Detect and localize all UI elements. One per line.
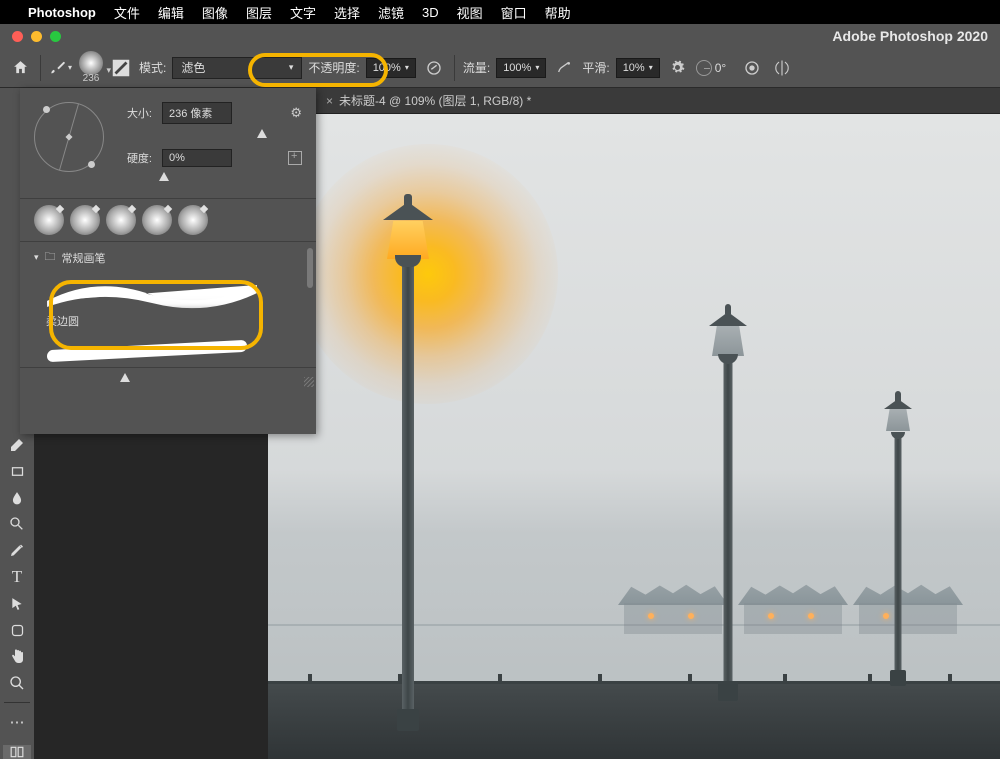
hardness-label: 硬度: (116, 150, 152, 166)
macos-menubar: Photoshop 文件 编辑 图像 图层 文字 选择 滤镜 3D 视图 窗口 … (0, 0, 1000, 24)
opacity-input[interactable]: 100%▾ (366, 58, 416, 78)
brush-tool-icon[interactable]: ▾ (49, 56, 73, 80)
app-menu[interactable]: Photoshop (28, 5, 96, 20)
resize-grip-icon[interactable] (304, 377, 314, 387)
tab-close-icon[interactable]: × (326, 94, 333, 108)
menu-file[interactable]: 文件 (114, 3, 140, 22)
mode-label: 模式: (139, 59, 166, 76)
menu-image[interactable]: 图像 (202, 3, 228, 22)
pressure-opacity-icon[interactable] (422, 56, 446, 80)
brush-tip-preview[interactable] (142, 205, 172, 235)
pen-tool-icon[interactable] (4, 541, 30, 559)
brush-preset-picker[interactable]: 236 ▾ (79, 51, 103, 84)
airbrush-icon[interactable] (552, 56, 576, 80)
window-titlebar: Adobe Photoshop 2020 (0, 24, 1000, 48)
brush-tip-preview[interactable] (70, 205, 100, 235)
hand-tool-icon[interactable] (4, 648, 30, 666)
menu-layer[interactable]: 图层 (246, 3, 272, 22)
window-title: Adobe Photoshop 2020 (832, 28, 988, 44)
brush-preset-hard-round[interactable]: 硬边圆 (42, 331, 304, 367)
size-label: 大小: (116, 105, 152, 121)
hardness-slider[interactable] (162, 172, 302, 184)
brush-angle-control[interactable]: 0° (696, 60, 726, 76)
blur-tool-icon[interactable] (4, 488, 30, 506)
angle-dial-icon[interactable] (696, 60, 712, 76)
hardness-input[interactable]: 0% (162, 149, 232, 167)
opacity-label: 不透明度: (308, 59, 359, 76)
home-icon[interactable] (8, 56, 32, 80)
more-tools-icon[interactable]: ⋯ (4, 713, 30, 731)
menu-type[interactable]: 文字 (290, 3, 316, 22)
brush-preset-soft-round[interactable]: 柔边圆 (42, 273, 304, 329)
smoothing-input[interactable]: 10%▾ (616, 58, 660, 78)
menu-edit[interactable]: 编辑 (158, 3, 184, 22)
menu-select[interactable]: 选择 (334, 3, 360, 22)
smoothing-label: 平滑: (582, 59, 609, 76)
shape-tool-icon[interactable] (4, 621, 30, 639)
preview-size-slider[interactable] (20, 367, 316, 389)
type-tool-icon[interactable]: T (4, 567, 30, 587)
rectangle-tool-icon[interactable] (4, 462, 30, 480)
chevron-down-icon: ▾ (34, 252, 39, 263)
brush-settings-icon[interactable] (109, 56, 133, 80)
brush-tip-preview[interactable] (106, 205, 136, 235)
brush-folder[interactable]: ▾ 🗀 常规画笔 (34, 248, 304, 267)
brush-angle-widget[interactable] (34, 102, 104, 172)
size-slider[interactable] (162, 129, 302, 141)
brush-tip-preview[interactable] (178, 205, 208, 235)
flow-label: 流量: (463, 59, 490, 76)
scrollbar[interactable] (307, 248, 313, 288)
traffic-lights (12, 31, 61, 42)
chevron-down-icon: ▾ (289, 62, 294, 73)
document-canvas[interactable] (268, 114, 1000, 759)
folder-label: 常规画笔 (62, 250, 106, 266)
brush-presets-list: ▾ 🗀 常规画笔 柔边圆 硬边圆 (20, 242, 316, 367)
menu-view[interactable]: 视图 (457, 3, 483, 22)
brush-tip-preview[interactable] (34, 205, 64, 235)
eraser-tool-icon[interactable] (4, 436, 30, 454)
angle-value: 0° (715, 61, 726, 75)
menu-window[interactable]: 窗口 (501, 3, 527, 22)
minimize-icon[interactable] (31, 31, 42, 42)
size-input[interactable]: 236 像素 (162, 102, 232, 124)
maximize-icon[interactable] (50, 31, 61, 42)
brush-preset-popup: 大小: 236 像素 ⚙ 硬度: 0% ▾ 🗀 常规画笔 柔边圆 (20, 88, 316, 434)
folder-icon: 🗀 (45, 248, 56, 267)
blend-mode-value: 滤色 (181, 59, 205, 76)
new-preset-icon[interactable] (288, 151, 302, 165)
chevron-down-icon: ▾ (106, 65, 111, 76)
zoom-tool-icon[interactable] (4, 674, 30, 692)
document-tab[interactable]: 未标题-4 @ 109% (图层 1, RGB/8) * (339, 92, 531, 109)
gear-icon[interactable]: ⚙ (290, 105, 302, 121)
path-select-tool-icon[interactable] (4, 595, 30, 613)
menu-help[interactable]: 帮助 (545, 3, 571, 22)
flow-input[interactable]: 100%▾ (496, 58, 546, 78)
dodge-tool-icon[interactable] (4, 515, 30, 533)
brush-size-label: 236 (83, 73, 100, 84)
pressure-size-icon[interactable] (740, 56, 764, 80)
menu-3d[interactable]: 3D (422, 5, 439, 20)
brush-tip-previews (20, 198, 316, 242)
close-icon[interactable] (12, 31, 23, 42)
symmetry-icon[interactable] (770, 56, 794, 80)
blend-mode-select[interactable]: 滤色 ▾ (172, 57, 302, 79)
tool-options-bar: ▾ 236 ▾ 模式: 滤色 ▾ 不透明度: 100%▾ 流量: 100%▾ 平… (0, 48, 1000, 88)
edit-toolbar-icon[interactable] (3, 745, 31, 759)
smoothing-options-icon[interactable] (666, 56, 690, 80)
menu-filter[interactable]: 滤镜 (378, 3, 404, 22)
